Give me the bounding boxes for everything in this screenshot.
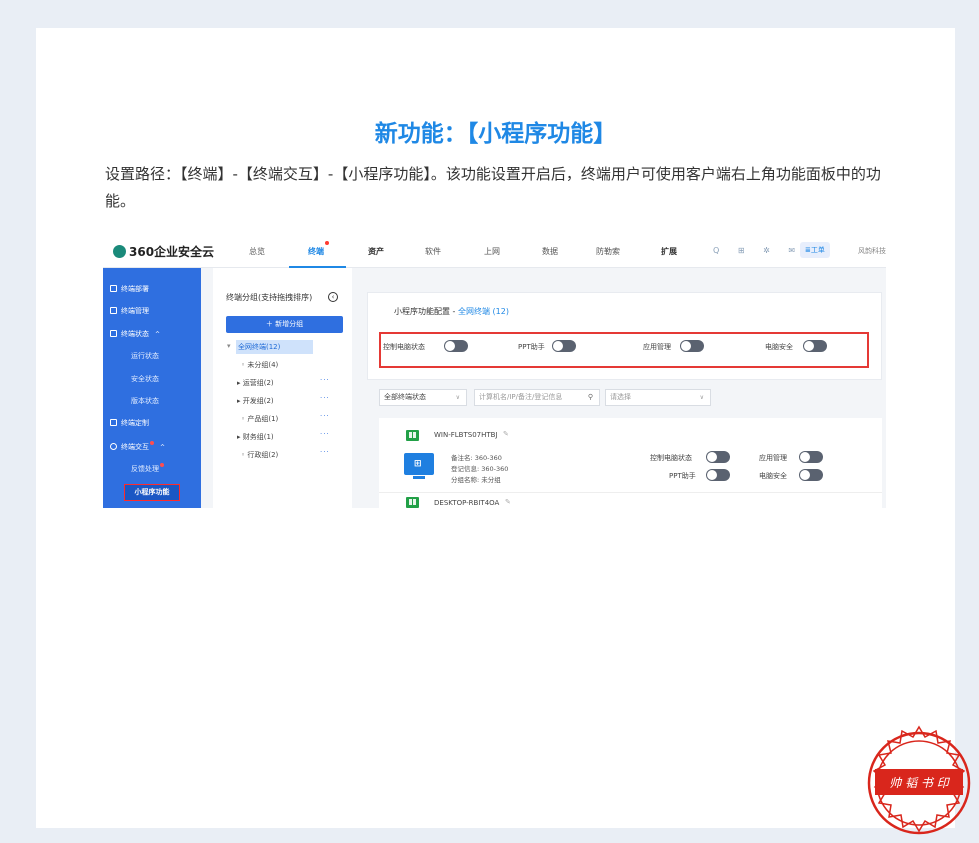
search-input[interactable]: 计算机名/IP/备注/登记信息 ⚲ <box>474 389 600 406</box>
nav-overview[interactable]: 总览 <box>249 246 265 257</box>
more-icon[interactable]: ··· <box>320 394 330 402</box>
article-headline: 新功能：【小程序功能】 <box>374 121 617 147</box>
seal-stamp: 帅 韬 书 印 <box>867 725 971 835</box>
article-description: 设置路径：【终端】-【终端交互】-【小程序功能】。该功能设置开启后，终端用户可使… <box>105 165 881 210</box>
windows-icon <box>406 430 419 441</box>
tree-item-ungrouped[interactable]: ◦ 未分组(4) <box>241 360 278 370</box>
customize-icon <box>110 419 117 426</box>
toggle-control-pc[interactable] <box>444 340 468 352</box>
nav-extension[interactable]: 扩展 <box>661 246 677 257</box>
terminal-reg-info: 登记信息: 360-360 <box>451 465 509 473</box>
brand-logo-icon <box>113 245 126 258</box>
company-name[interactable]: 风韵科技 <box>858 246 886 256</box>
more-icon[interactable]: ··· <box>320 412 330 420</box>
terminal-toggle-app-manage[interactable] <box>799 451 823 463</box>
search-icon: ⚲ <box>587 393 593 401</box>
manage-icon <box>110 307 117 314</box>
status-icon <box>110 330 117 337</box>
chevron-up-icon: ^ <box>155 331 161 338</box>
group-panel-title: 终端分组(支持拖拽排序) <box>226 293 313 302</box>
tree-item-dev[interactable]: ▸ 开发组(2) <box>237 396 274 406</box>
seal-text: 帅 韬 书 印 <box>889 776 950 790</box>
nav-assets[interactable]: 资产 <box>368 246 384 257</box>
terminal-toggle-pc-security[interactable] <box>799 469 823 481</box>
windows-logo-icon: ⊞ <box>414 459 422 469</box>
tree-item-all-terminals[interactable]: 全网终端(12) <box>236 340 313 354</box>
tree-item-ops[interactable]: ▸ 运营组(2) <box>237 378 274 388</box>
edit-icon[interactable]: ✎ <box>505 498 511 506</box>
tree-item-admin[interactable]: ◦ 行政组(2) <box>241 450 278 460</box>
nav-software[interactable]: 软件 <box>425 246 441 257</box>
nav-data[interactable]: 数据 <box>542 246 558 257</box>
interaction-badge-dot <box>150 441 154 445</box>
row-divider <box>379 492 882 493</box>
feedback-badge-dot <box>160 463 164 467</box>
nav-terminal[interactable]: 终端 <box>308 246 324 257</box>
top-navigation-bar: 360企业安全云 总览 终端 资产 软件 上网 数据 防勒索 扩展 Q ⊞ ✲ … <box>103 234 886 268</box>
nav-notification-dot <box>325 241 329 245</box>
sidebar-item-manage[interactable]: 终端管理 <box>110 306 149 316</box>
toggle-app-manage[interactable] <box>680 340 704 352</box>
toggle-ppt[interactable] <box>552 340 576 352</box>
tree-item-product[interactable]: ◦ 产品组(1) <box>241 414 278 424</box>
nav-anti-ransomware[interactable]: 防勒索 <box>596 246 620 257</box>
switch-label-ppt: PPT助手 <box>518 343 545 351</box>
status-filter-select[interactable]: 全部终端状态 ∨ <box>379 389 467 406</box>
switch-label-app-manage: 应用管理 <box>643 343 671 351</box>
group-collapse-icon[interactable]: ‹ <box>328 292 338 302</box>
deploy-icon <box>110 285 117 292</box>
switch-label-control-pc: 控制电脑状态 <box>383 343 425 351</box>
terminal-switch-label-app-manage: 应用管理 <box>759 454 787 462</box>
chevron-down-icon: ∨ <box>455 394 460 401</box>
config-title: 小程序功能配置 - 全网终端 (12) <box>394 307 509 316</box>
terminal-remark: 备注名: 360-360 <box>451 454 502 462</box>
chevron-up-icon: ^ <box>160 444 166 451</box>
more-icon[interactable]: ··· <box>320 376 330 384</box>
terminal-group-name: 分组名称: 未分组 <box>451 476 501 484</box>
sidebar-item-interaction[interactable]: 终端交互 ^ <box>110 441 165 452</box>
terminal-toggle-ppt[interactable] <box>706 469 730 481</box>
sidebar-item-status[interactable]: 终端状态 ^ <box>110 329 160 339</box>
terminal-toggle-control-pc[interactable] <box>706 451 730 463</box>
tree-item-finance[interactable]: ▸ 财务组(1) <box>237 432 274 442</box>
monitor-stand <box>413 476 425 479</box>
more-icon[interactable]: ··· <box>320 448 330 456</box>
toggle-pc-security[interactable] <box>803 340 827 352</box>
embedded-screenshot: 360企业安全云 总览 终端 资产 软件 上网 数据 防勒索 扩展 Q ⊞ ✲ … <box>103 234 886 508</box>
add-group-button[interactable]: ＋ 新增分组 <box>226 316 343 333</box>
sidebar-item-customize[interactable]: 终端定制 <box>110 418 149 428</box>
sidebar-item-security-status[interactable]: 安全状态 <box>131 374 159 384</box>
brand-logo: 360企业安全云 <box>113 243 214 260</box>
group-panel <box>213 268 352 508</box>
sidebar-item-mini-program[interactable]: 小程序功能 <box>124 484 180 501</box>
sidebar-item-feedback[interactable]: 反馈处理 <box>131 463 164 474</box>
nav-internet[interactable]: 上网 <box>484 246 500 257</box>
terminal-switch-label-ppt: PPT助手 <box>669 472 696 480</box>
switch-label-pc-security: 电脑安全 <box>765 343 793 351</box>
tree-expand-icon[interactable]: ▾ <box>227 342 231 350</box>
group-filter-select[interactable]: 请选择 ∨ <box>605 389 711 406</box>
chevron-down-icon: ∨ <box>699 394 704 401</box>
more-icon[interactable]: ··· <box>320 430 330 438</box>
terminal-hostname: WIN-FLBTS07HTBJ <box>434 431 498 439</box>
sidebar-item-version-status[interactable]: 版本状态 <box>131 396 159 406</box>
terminal-switch-label-control-pc: 控制电脑状态 <box>650 454 692 462</box>
interaction-icon <box>110 443 117 450</box>
workbench-button[interactable]: ≣工单 <box>800 242 830 258</box>
windows-icon <box>406 497 419 508</box>
edit-icon[interactable]: ✎ <box>503 430 509 438</box>
sidebar-item-run-status[interactable]: 运行状态 <box>131 351 159 361</box>
sidebar-item-deploy[interactable]: 终端部署 <box>110 284 149 294</box>
terminal-hostname: DESKTOP-RBIT4OA <box>434 499 500 507</box>
terminal-switch-label-pc-security: 电脑安全 <box>759 472 787 480</box>
